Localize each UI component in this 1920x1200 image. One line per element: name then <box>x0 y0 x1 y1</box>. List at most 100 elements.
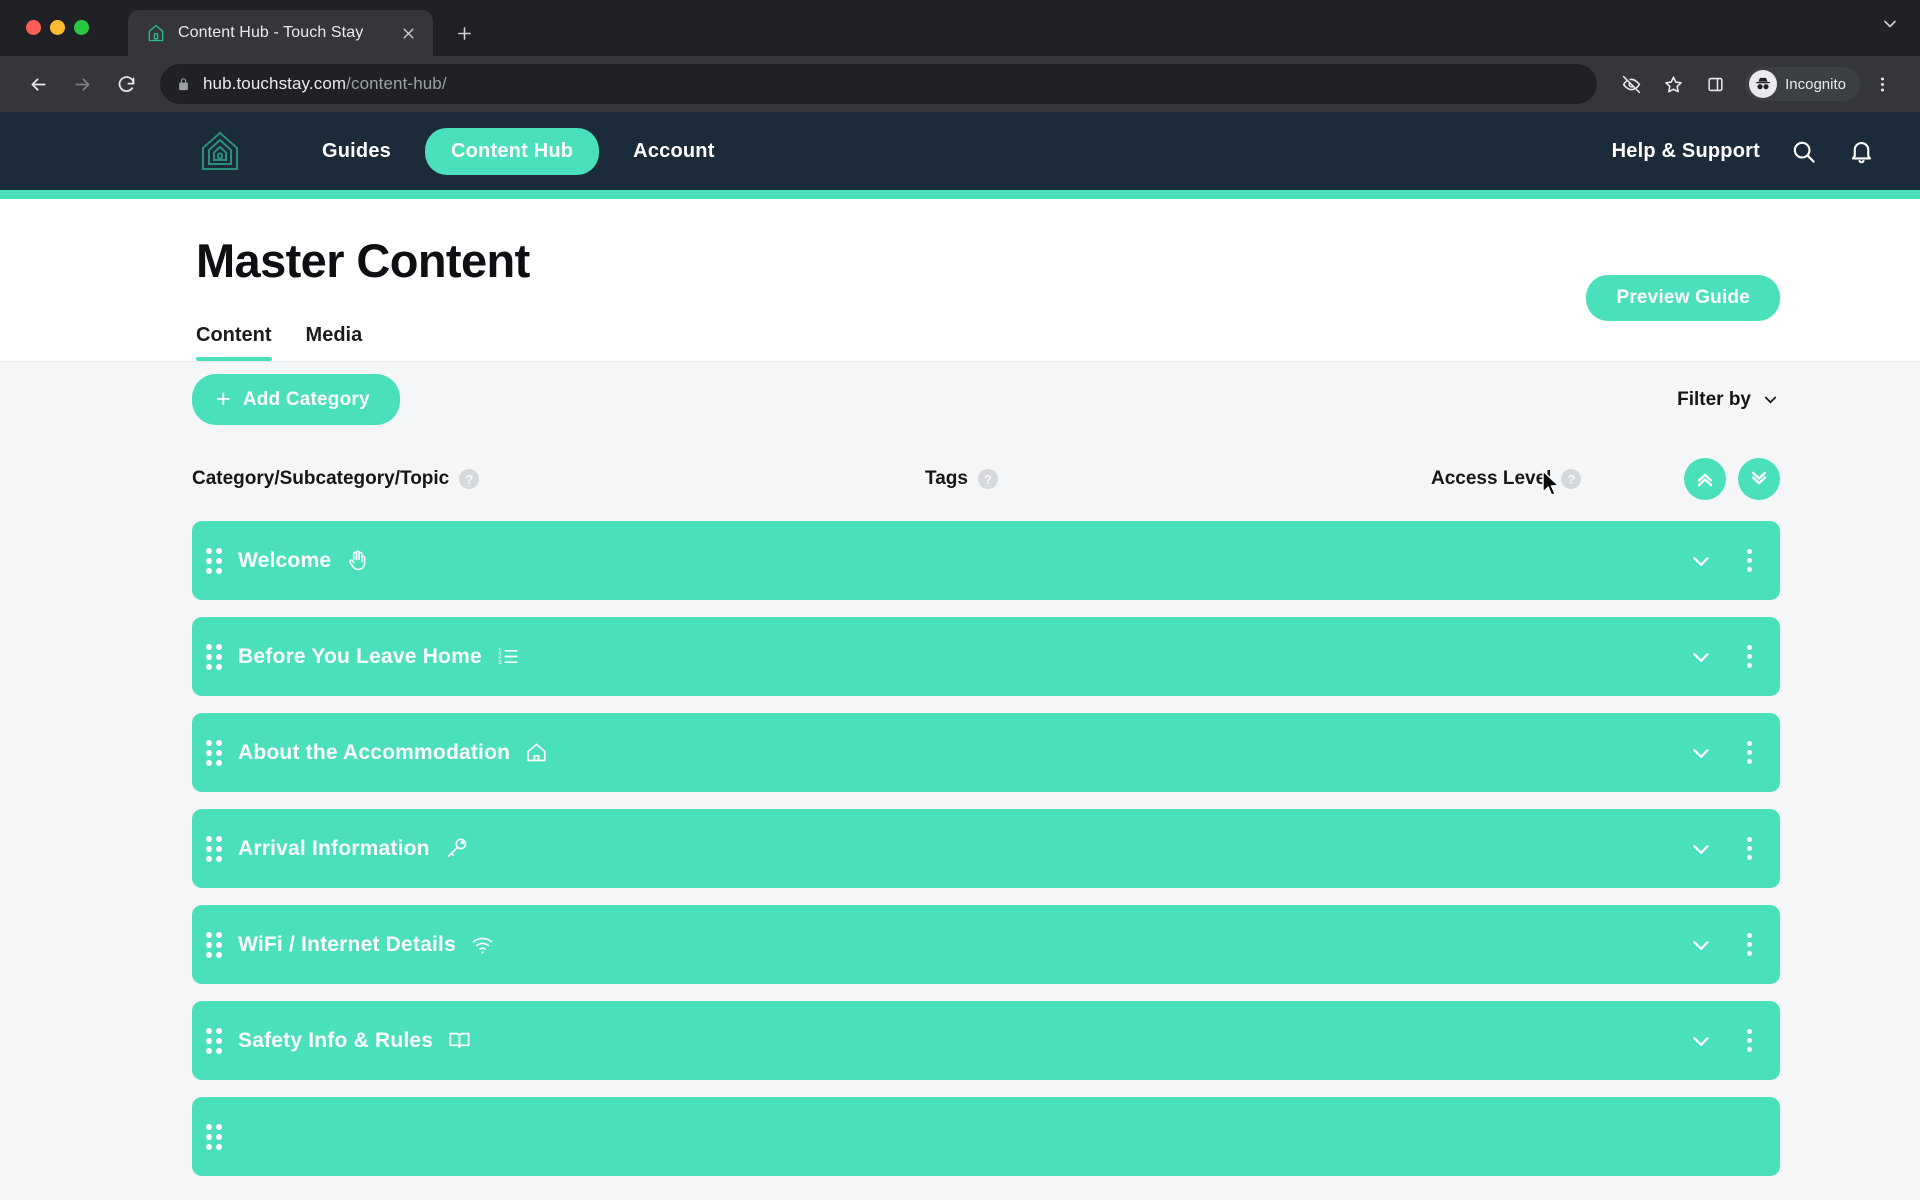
page-header: Master Content Content Media Preview Gui… <box>0 199 1920 361</box>
house-icon <box>524 740 549 765</box>
category-label: About the Accommodation <box>238 740 511 764</box>
row-kebab-menu-icon[interactable] <box>1740 834 1758 864</box>
maximize-window-button[interactable] <box>74 20 89 35</box>
numbered-list-icon: 1 2 3 <box>496 644 521 669</box>
expand-all-button[interactable] <box>1738 458 1780 500</box>
row-expand-chevron-down-icon[interactable] <box>1688 1028 1714 1054</box>
chevron-down-icon <box>1761 390 1780 409</box>
nav-link-account[interactable]: Account <box>607 128 740 175</box>
wifi-icon <box>470 932 495 957</box>
kebab-menu-icon[interactable] <box>1862 64 1902 104</box>
row-kebab-menu-icon[interactable] <box>1740 1026 1758 1056</box>
filter-by-dropdown[interactable]: Filter by <box>1677 389 1780 411</box>
add-category-button[interactable]: + Add Category <box>192 374 400 425</box>
plus-icon: + <box>216 385 231 413</box>
row-expand-chevron-down-icon[interactable] <box>1688 836 1714 862</box>
star-icon[interactable] <box>1653 64 1693 104</box>
category-label: Welcome <box>238 548 332 572</box>
key-icon <box>444 836 469 861</box>
eye-off-icon[interactable] <box>1611 64 1651 104</box>
drag-handle-icon[interactable] <box>206 1027 228 1054</box>
expand-collapse-controls <box>1684 458 1780 500</box>
row-expand-chevron-down-icon[interactable] <box>1688 548 1714 574</box>
search-icon[interactable] <box>1788 136 1818 166</box>
browser-toolbar-actions: Incognito <box>1611 64 1902 104</box>
filter-by-label: Filter by <box>1677 388 1751 410</box>
preview-guide-button[interactable]: Preview Guide <box>1586 275 1780 321</box>
row-expand-chevron-down-icon[interactable] <box>1688 740 1714 766</box>
table-row[interactable]: WiFi / Internet Details <box>192 905 1780 984</box>
minimize-window-button[interactable] <box>50 20 65 35</box>
help-circle-icon[interactable]: ? <box>977 469 998 489</box>
page-tabs: Content Media <box>196 324 1920 361</box>
column-header-access-level: Access Level ? <box>1431 468 1582 490</box>
category-label: Before You Leave Home <box>238 644 482 668</box>
browser-chrome: Content Hub - Touch Stay hub.touchstay.c… <box>0 0 1920 112</box>
tabstrip-expand-button[interactable] <box>1880 14 1900 34</box>
browser-toolbar: hub.touchstay.com/content-hub/ Incognito <box>0 56 1920 112</box>
double-chevron-up-icon <box>1693 467 1717 491</box>
url-path: /content-hub/ <box>346 74 447 93</box>
table-row[interactable]: Welcome <box>192 521 1780 600</box>
help-and-support-link[interactable]: Help & Support <box>1612 140 1760 163</box>
table-column-headers: Category/Subcategory/Topic ? Tags ? Acce… <box>192 437 1780 521</box>
table-row[interactable]: Before You Leave Home 1 2 3 <box>192 617 1780 696</box>
row-kebab-menu-icon[interactable] <box>1740 738 1758 768</box>
address-bar[interactable]: hub.touchstay.com/content-hub/ <box>160 64 1598 104</box>
row-kebab-menu-icon[interactable] <box>1740 642 1758 672</box>
browser-tabstrip: Content Hub - Touch Stay <box>0 0 1920 56</box>
address-bar-url: hub.touchstay.com/content-hub/ <box>203 74 447 94</box>
tab-favicon-icon <box>146 23 166 43</box>
waving-hand-icon <box>345 548 370 573</box>
close-window-button[interactable] <box>26 20 41 35</box>
nav-link-guides[interactable]: Guides <box>296 128 417 175</box>
window-traffic-lights[interactable] <box>26 20 89 35</box>
row-kebab-menu-icon[interactable] <box>1740 930 1758 960</box>
help-circle-icon[interactable]: ? <box>1561 469 1582 489</box>
bell-icon[interactable] <box>1846 136 1876 166</box>
page-viewport: Guides Content Hub Account Help & Suppor… <box>0 112 1920 1200</box>
add-category-label: Add Category <box>242 388 370 410</box>
reload-icon[interactable] <box>106 64 146 104</box>
tab-close-icon[interactable] <box>395 20 421 46</box>
incognito-avatar-icon <box>1749 70 1778 98</box>
tab-content[interactable]: Content <box>196 324 272 361</box>
forward-arrow-icon[interactable] <box>62 64 102 104</box>
row-expand-chevron-down-icon[interactable] <box>1688 644 1714 670</box>
app-navigation-bar: Guides Content Hub Account Help & Suppor… <box>0 112 1920 190</box>
profile-incognito-button[interactable]: Incognito <box>1745 67 1860 101</box>
drag-handle-icon[interactable] <box>206 931 228 958</box>
drag-handle-icon[interactable] <box>206 1123 228 1150</box>
column-header-category-label: Category/Subcategory/Topic <box>192 468 450 489</box>
table-row[interactable]: About the Accommodation <box>192 713 1780 792</box>
row-expand-chevron-down-icon[interactable] <box>1688 932 1714 958</box>
category-rows: Welcome Before You Leave Home 1 2 3 Abou… <box>192 521 1780 1176</box>
profile-label: Incognito <box>1785 75 1846 93</box>
column-header-tags-label: Tags <box>925 468 968 489</box>
category-label: WiFi / Internet Details <box>238 932 456 956</box>
touch-stay-house-logo-icon[interactable] <box>196 127 244 175</box>
row-actions <box>1688 546 1758 576</box>
drag-handle-icon[interactable] <box>206 835 228 862</box>
table-row[interactable]: Arrival Information <box>192 809 1780 888</box>
drag-handle-icon[interactable] <box>206 643 228 670</box>
table-row[interactable] <box>192 1097 1780 1176</box>
browser-tab[interactable]: Content Hub - Touch Stay <box>128 10 433 56</box>
nav-links: Guides Content Hub Account <box>296 127 741 175</box>
tab-media[interactable]: Media <box>306 324 363 361</box>
open-book-icon <box>447 1028 472 1053</box>
category-label: Arrival Information <box>238 836 430 860</box>
table-row[interactable]: Safety Info & Rules <box>192 1001 1780 1080</box>
double-chevron-down-icon <box>1747 467 1771 491</box>
row-actions <box>1688 738 1758 768</box>
row-kebab-menu-icon[interactable] <box>1740 546 1758 576</box>
help-circle-icon[interactable]: ? <box>459 469 480 489</box>
side-panel-icon[interactable] <box>1695 64 1735 104</box>
category-label: Safety Info & Rules <box>238 1028 434 1052</box>
back-arrow-icon[interactable] <box>18 64 58 104</box>
new-tab-button[interactable] <box>447 16 481 50</box>
drag-handle-icon[interactable] <box>206 547 228 574</box>
nav-link-content-hub[interactable]: Content Hub <box>425 127 600 175</box>
collapse-all-button[interactable] <box>1684 458 1726 500</box>
drag-handle-icon[interactable] <box>206 739 228 766</box>
